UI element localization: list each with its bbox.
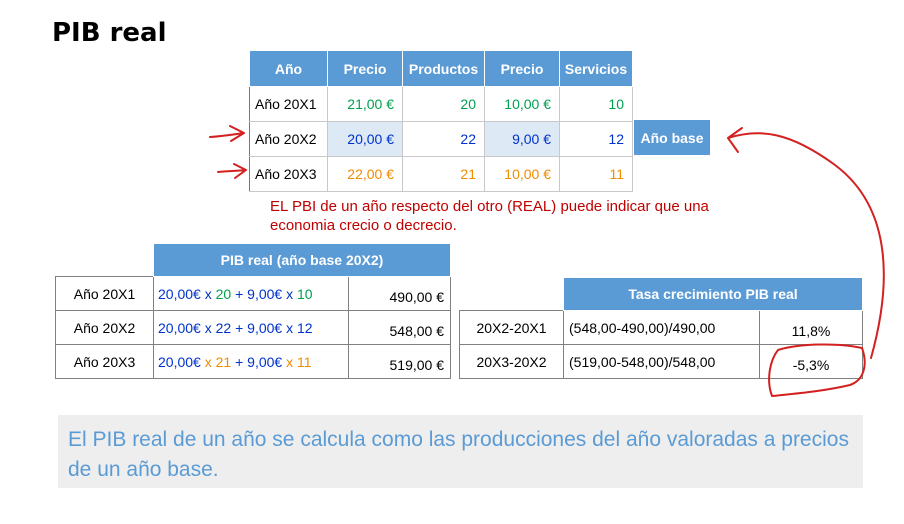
handwritten-annotations xyxy=(209,125,885,397)
circle-mark-icon xyxy=(768,343,866,397)
curved-arrow-icon xyxy=(727,127,885,359)
arrow-20x2-icon xyxy=(209,125,245,142)
arrow-20x3-icon xyxy=(217,163,247,179)
